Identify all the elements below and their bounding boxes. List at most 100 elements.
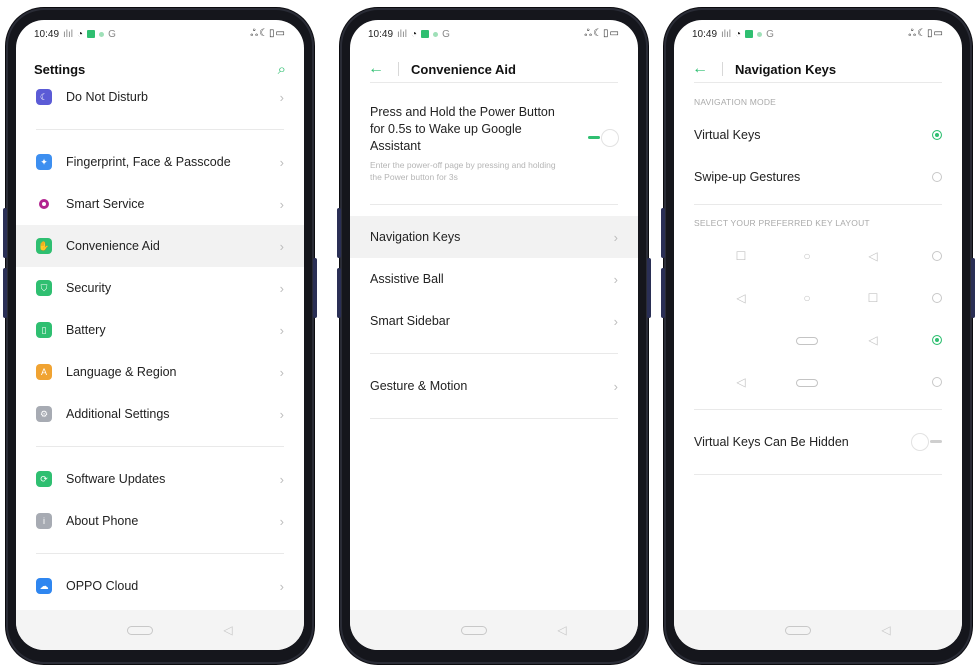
settings-item-additional[interactable]: ⚙ Additional Settings ›	[16, 393, 304, 435]
navigation-bar: ◁	[350, 610, 638, 650]
virtual-keys-hidden-setting[interactable]: Virtual Keys Can Be Hidden	[674, 416, 962, 468]
key-layout-option-1[interactable]: ☐ ○ ◁	[674, 235, 962, 277]
screen-convenience-aid: 10:49 ılıl ◔ G ஃ☾▯▭ ← Convenience Aid Pr…	[350, 20, 638, 650]
settings-item-battery[interactable]: ▯ Battery ›	[16, 309, 304, 351]
divider	[370, 418, 618, 419]
chevron-right-icon: ›	[279, 196, 284, 212]
mode-option-label: Virtual Keys	[694, 128, 761, 142]
signal-icon: ılıl	[397, 28, 408, 40]
back-triangle-icon[interactable]: ◁	[223, 623, 232, 637]
status-right-icons: ஃ☾▯▭	[584, 28, 620, 39]
update-icon: ⟳	[36, 471, 52, 487]
menu-item-assistive-ball[interactable]: Assistive Ball ›	[350, 258, 638, 300]
settings-item-about-phone[interactable]: i About Phone ›	[16, 500, 304, 542]
language-icon: A	[36, 364, 52, 380]
screen-navigation-keys: 10:49 ılıl ◔ G ஃ☾▯▭ ← Navigation Keys NA…	[674, 20, 962, 650]
divider	[370, 204, 618, 205]
phone-frame-navigation-keys: 10:49 ılıl ◔ G ஃ☾▯▭ ← Navigation Keys NA…	[661, 8, 975, 664]
radio-unselected[interactable]	[932, 251, 942, 261]
back-key-icon: ◁	[868, 333, 878, 347]
radio-unselected[interactable]	[932, 377, 942, 387]
chevron-right-icon: ›	[613, 378, 618, 394]
back-arrow-icon[interactable]: ←	[368, 60, 384, 78]
section-header-key-layout: SELECT YOUR PREFERRED KEY LAYOUT	[694, 218, 870, 228]
chevron-right-icon: ›	[279, 322, 284, 338]
divider	[36, 553, 284, 554]
key-layout-option-3[interactable]: ◁	[674, 319, 962, 361]
settings-item-security[interactable]: ⛉ Security ›	[16, 267, 304, 309]
settings-item-oppo-cloud[interactable]: ☁ OPPO Cloud ›	[16, 565, 304, 607]
notification-dot-icon	[99, 31, 105, 37]
settings-list: ☾ Do Not Disturb › ✦ Fingerprint, Face &…	[16, 76, 304, 610]
back-arrow-icon[interactable]: ←	[692, 60, 708, 78]
key-layout-option-4[interactable]: ◁	[674, 361, 962, 403]
chevron-right-icon: ›	[613, 313, 618, 329]
power-button	[647, 258, 651, 318]
google-icon: G	[766, 28, 774, 40]
chevron-right-icon: ›	[279, 238, 284, 254]
chevron-right-icon: ›	[613, 229, 618, 245]
cloud-icon: ☁	[36, 578, 52, 594]
divider	[694, 82, 942, 83]
radio-unselected[interactable]	[932, 172, 942, 182]
status-right-icons: ஃ☾▯▭	[908, 28, 944, 39]
divider	[370, 353, 618, 354]
chevron-right-icon: ›	[279, 513, 284, 529]
power-button-assistant-setting[interactable]: Press and Hold the Power Button for 0.5s…	[350, 88, 638, 193]
divider	[694, 474, 942, 475]
chevron-right-icon: ›	[279, 280, 284, 296]
back-key-icon: ◁	[736, 375, 746, 389]
settings-item-fingerprint[interactable]: ✦ Fingerprint, Face & Passcode ›	[16, 141, 304, 183]
home-pill-key[interactable]	[461, 625, 488, 635]
search-icon[interactable]: ⌕	[278, 61, 286, 78]
key-layout-option-2[interactable]: ◁ ○ ☐	[674, 277, 962, 319]
virtual-keys-hidden-toggle[interactable]	[912, 434, 942, 450]
radio-unselected[interactable]	[932, 293, 942, 303]
mode-option-label: Swipe-up Gestures	[694, 170, 801, 184]
convenience-list: Press and Hold the Power Button for 0.5s…	[350, 88, 638, 610]
status-time: 10:49	[692, 28, 718, 40]
mode-option-virtual-keys[interactable]: Virtual Keys	[674, 114, 962, 156]
menu-item-label: Smart Sidebar	[370, 314, 450, 328]
menu-item-smart-sidebar[interactable]: Smart Sidebar ›	[350, 300, 638, 342]
home-pill-key[interactable]	[127, 625, 154, 635]
settings-item-smart-service[interactable]: Smart Service ›	[16, 183, 304, 225]
settings-item-label: Convenience Aid	[66, 239, 160, 253]
menu-item-navigation-keys[interactable]: Navigation Keys ›	[350, 216, 638, 258]
back-triangle-icon[interactable]: ◁	[557, 623, 566, 637]
phone-frame-convenience-aid: 10:49 ılıl ◔ G ஃ☾▯▭ ← Convenience Aid Pr…	[337, 8, 651, 664]
settings-item-convenience-aid[interactable]: ✋ Convenience Aid ›	[16, 225, 304, 267]
pill-key-icon	[774, 375, 840, 389]
power-button	[971, 258, 975, 318]
divider	[694, 204, 942, 205]
back-triangle-icon[interactable]: ◁	[881, 623, 890, 637]
settings-item-software-updates[interactable]: ⟳ Software Updates ›	[16, 458, 304, 500]
navigation-bar: ◁	[16, 610, 304, 650]
settings-item-do-not-disturb[interactable]: ☾ Do Not Disturb ›	[16, 76, 304, 118]
menu-item-label: Navigation Keys	[370, 230, 461, 244]
hand-icon: ✋	[36, 238, 52, 254]
square-key-icon: ☐	[735, 249, 747, 263]
circle-key-icon: ○	[803, 249, 811, 263]
settings-item-label: Security	[66, 281, 112, 295]
title-separator	[398, 62, 399, 76]
mode-option-swipe-up[interactable]: Swipe-up Gestures	[674, 156, 962, 198]
signal-icon: ılıl	[63, 28, 74, 40]
section-header-navigation-mode: NAVIGATION MODE	[694, 97, 777, 107]
home-pill-key[interactable]	[785, 625, 812, 635]
radio-selected[interactable]	[932, 130, 942, 140]
pill-key-icon	[774, 333, 840, 347]
settings-item-label: Language & Region	[66, 365, 177, 379]
menu-item-label: Gesture & Motion	[370, 379, 468, 393]
power-setting-description: Enter the power-off page by pressing and…	[370, 160, 556, 182]
volume-button	[337, 268, 341, 318]
assistant-toggle[interactable]	[588, 130, 618, 146]
navigation-keys-settings: NAVIGATION MODE Virtual Keys Swipe-up Ge…	[674, 90, 962, 610]
wifi-icon: ◔	[77, 28, 84, 40]
divider	[370, 82, 618, 83]
settings-item-label: Additional Settings	[66, 407, 170, 421]
radio-selected[interactable]	[932, 335, 942, 345]
menu-item-label: Assistive Ball	[370, 272, 444, 286]
menu-item-gesture-motion[interactable]: Gesture & Motion ›	[350, 365, 638, 407]
settings-item-language[interactable]: A Language & Region ›	[16, 351, 304, 393]
